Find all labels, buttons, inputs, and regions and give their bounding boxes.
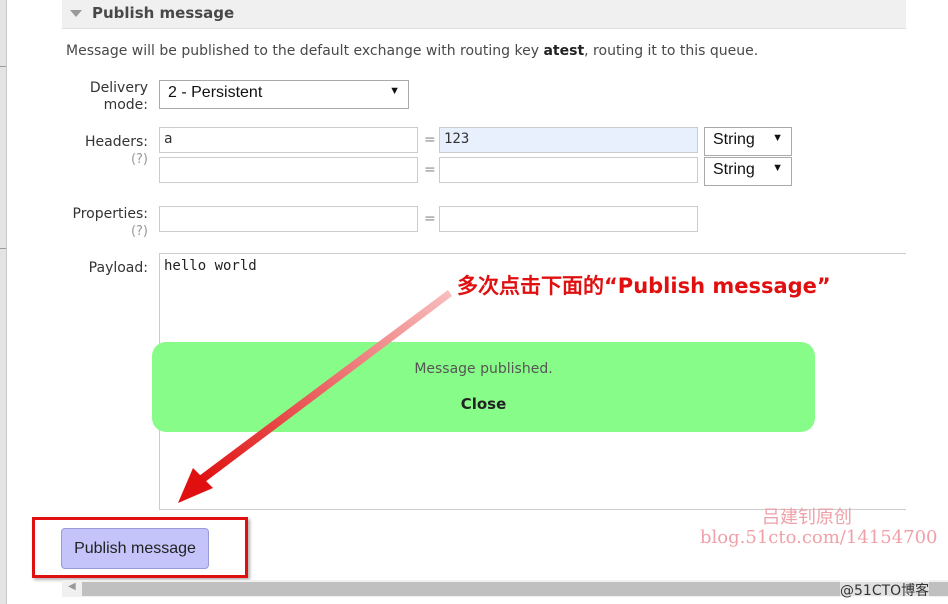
watermark-url: blog.51cto.com/14154700 xyxy=(700,527,938,548)
watermark-author: 吕建钊原创 xyxy=(762,507,852,528)
watermark-corner: @51CTO博客 xyxy=(840,580,930,600)
annotation-text: 多次点击下面的“Publish message” xyxy=(457,274,831,298)
arrow-shaft xyxy=(199,290,452,482)
